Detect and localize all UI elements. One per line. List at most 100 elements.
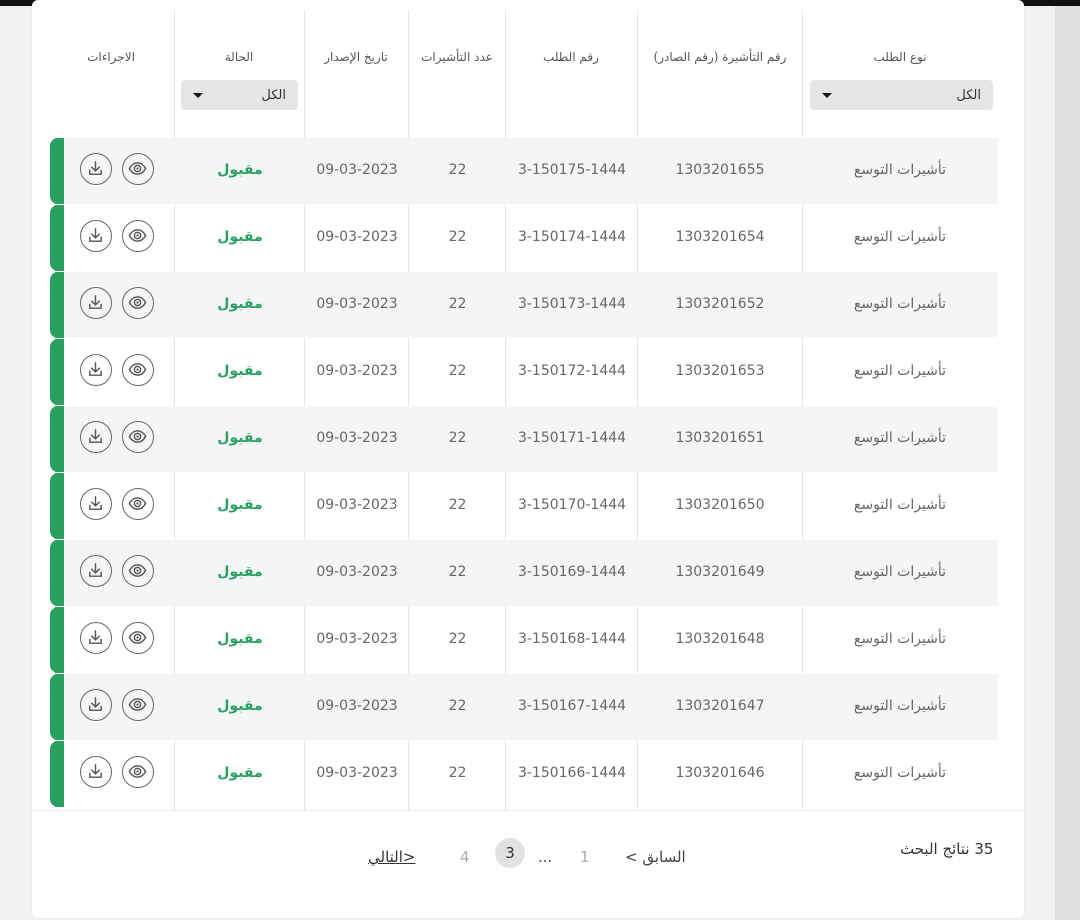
cell-visa-number: 1303201651 — [675, 430, 765, 446]
cell-visa-number: 1303201649 — [675, 564, 765, 580]
view-button[interactable] — [122, 555, 154, 587]
download-icon — [89, 161, 102, 175]
cell-visa-count: 22 — [448, 162, 467, 178]
view-button[interactable] — [122, 689, 154, 721]
cell-status: مقبول — [217, 765, 263, 781]
eye-icon — [128, 363, 147, 376]
status-filter-value: الكل — [261, 88, 286, 103]
row-status-accent — [50, 674, 64, 740]
cell-request-number: 3-150169-1444 — [517, 564, 627, 580]
row-status-accent — [50, 205, 64, 271]
eye-icon — [128, 765, 147, 778]
pagination-page-4[interactable]: 4 — [460, 848, 470, 866]
download-icon — [89, 295, 102, 309]
eye-icon — [128, 229, 147, 242]
view-button[interactable] — [122, 622, 154, 654]
download-button[interactable] — [80, 220, 112, 252]
cell-request-number: 3-150171-1444 — [517, 430, 627, 446]
cell-issue-date: 09-03-2023 — [316, 296, 398, 312]
cell-request-number: 3-150172-1444 — [517, 363, 627, 379]
header-visa-count: عدد التأشيرات — [421, 50, 493, 64]
view-button[interactable] — [122, 354, 154, 386]
download-icon — [89, 496, 102, 510]
download-button[interactable] — [80, 756, 112, 788]
request-type-filter-value: الكل — [956, 88, 981, 103]
row-status-accent — [50, 607, 64, 673]
cell-visa-count: 22 — [448, 363, 467, 379]
cell-issue-date: 09-03-2023 — [316, 229, 398, 245]
download-icon — [89, 630, 102, 644]
cell-visa-number: 1303201646 — [675, 765, 765, 781]
cell-request-number: 3-150170-1444 — [517, 497, 627, 513]
header-status: الحالة — [224, 50, 254, 64]
download-icon — [89, 764, 102, 778]
eye-icon — [128, 162, 147, 175]
table-row: تأشيرات التوسع 1303201646 3-150166-1444 … — [50, 741, 998, 807]
header-request-type: نوع الطلب — [873, 50, 927, 64]
cell-request-type: تأشيرات التوسع — [853, 430, 947, 446]
table-row: تأشيرات التوسع 1303201655 3-150175-1444 … — [50, 138, 998, 204]
download-icon — [89, 697, 102, 711]
status-filter[interactable]: الكل — [181, 80, 298, 110]
cell-visa-count: 22 — [448, 497, 467, 513]
cell-visa-count: 22 — [448, 564, 467, 580]
pagination-previous[interactable]: < السابق — [625, 848, 686, 866]
cell-request-type: تأشيرات التوسع — [853, 229, 947, 245]
pagination-next[interactable]: التالي> — [368, 848, 416, 866]
cell-issue-date: 09-03-2023 — [316, 497, 398, 513]
table-row: تأشيرات التوسع 1303201647 3-150167-1444 … — [50, 674, 998, 740]
cell-status: مقبول — [217, 162, 263, 178]
eye-icon — [128, 430, 147, 443]
header-visa-number: رقم التأشيرة (رقم الصادر) — [653, 50, 787, 64]
cell-request-type: تأشيرات التوسع — [853, 162, 947, 178]
cell-request-number: 3-150166-1444 — [517, 765, 627, 781]
view-button[interactable] — [122, 287, 154, 319]
pagination-page-current[interactable]: 3 — [495, 838, 525, 868]
download-icon — [89, 429, 102, 443]
download-button[interactable] — [80, 421, 112, 453]
cell-status: مقبول — [217, 497, 263, 513]
cell-issue-date: 09-03-2023 — [316, 631, 398, 647]
view-button[interactable] — [122, 488, 154, 520]
cell-visa-number: 1303201650 — [675, 497, 765, 513]
download-icon — [89, 362, 102, 376]
cell-issue-date: 09-03-2023 — [316, 363, 398, 379]
cell-status: مقبول — [217, 564, 263, 580]
request-type-filter[interactable]: الكل — [810, 80, 993, 110]
view-button[interactable] — [122, 421, 154, 453]
row-status-accent — [50, 272, 64, 338]
eye-icon — [128, 497, 147, 510]
view-button[interactable] — [122, 153, 154, 185]
row-status-accent — [50, 540, 64, 606]
view-button[interactable] — [122, 756, 154, 788]
download-button[interactable] — [80, 689, 112, 721]
download-button[interactable] — [80, 488, 112, 520]
chevron-down-icon — [193, 93, 203, 98]
view-button[interactable] — [122, 220, 154, 252]
download-button[interactable] — [80, 622, 112, 654]
cell-visa-count: 22 — [448, 765, 467, 781]
cell-status: مقبول — [217, 296, 263, 312]
cell-issue-date: 09-03-2023 — [316, 430, 398, 446]
eye-icon — [128, 564, 147, 577]
pagination-page-1[interactable]: 1 — [580, 848, 590, 866]
download-button[interactable] — [80, 153, 112, 185]
footer-divider — [32, 810, 1024, 811]
row-status-accent — [50, 473, 64, 539]
download-button[interactable] — [80, 354, 112, 386]
cell-visa-number: 1303201647 — [675, 698, 765, 714]
cell-request-type: تأشيرات التوسع — [853, 363, 947, 379]
download-button[interactable] — [80, 287, 112, 319]
page-scrollbar[interactable] — [1055, 6, 1080, 920]
download-button[interactable] — [80, 555, 112, 587]
cell-status: مقبول — [217, 430, 263, 446]
table-row: تأشيرات التوسع 1303201648 3-150168-1444 … — [50, 607, 998, 673]
cell-request-number: 3-150175-1444 — [517, 162, 627, 178]
cell-visa-count: 22 — [448, 229, 467, 245]
row-status-accent — [50, 339, 64, 405]
cell-visa-number: 1303201653 — [675, 363, 765, 379]
cell-request-type: تأشيرات التوسع — [853, 497, 947, 513]
cell-request-number: 3-150168-1444 — [517, 631, 627, 647]
cell-status: مقبول — [217, 698, 263, 714]
header-issue-date: تاريخ الإصدار — [324, 50, 388, 64]
